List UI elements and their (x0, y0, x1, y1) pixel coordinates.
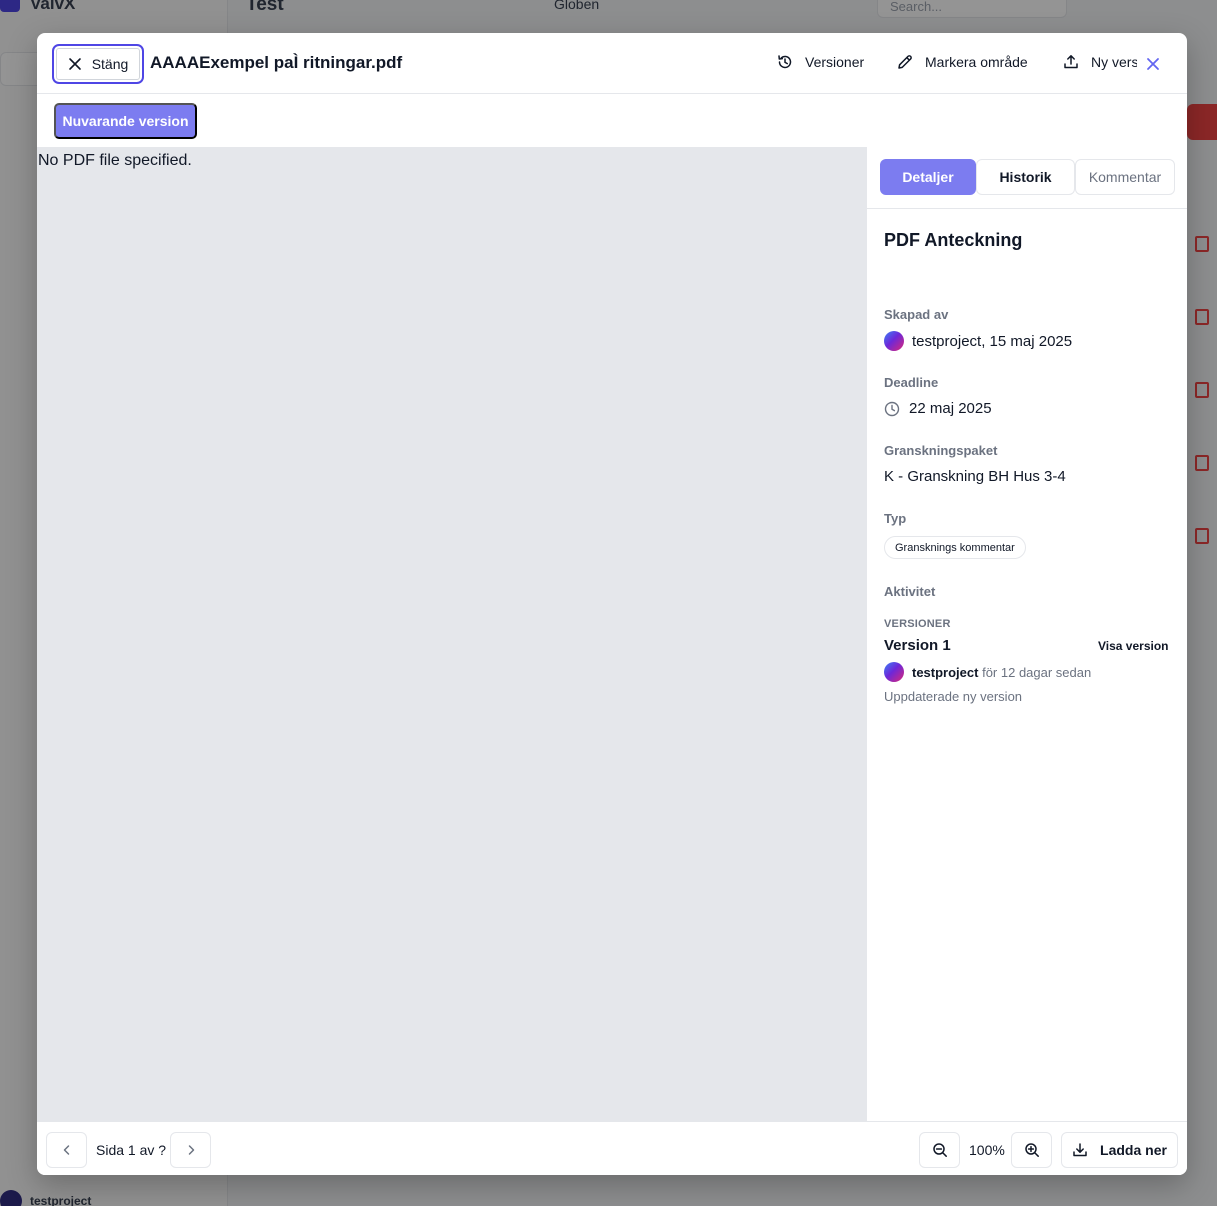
page-indicator: Sida 1 av ? (96, 1142, 167, 1158)
version-author: testproject för 12 dagar sedan (884, 662, 1091, 682)
deadline-label: Deadline (884, 375, 939, 390)
next-page-button[interactable] (170, 1132, 211, 1168)
upload-icon (1063, 54, 1079, 70)
chevron-right-icon (184, 1143, 198, 1157)
new-version-button[interactable]: Ny version (1061, 51, 1137, 77)
avatar (884, 331, 904, 351)
details-title: PDF Anteckning (884, 230, 1023, 250)
close-button-label: Stäng (91, 56, 129, 72)
package-label: Granskningspaket (884, 443, 998, 458)
close-icon (68, 57, 82, 71)
versions-label: Versioner (805, 54, 865, 70)
new-version-label: Ny version (1091, 54, 1137, 70)
clock-icon (884, 401, 900, 417)
details-panel: Detaljer Historik Kommentar PDF Anteckni… (866, 147, 1187, 1121)
pdf-modal: Stäng AAAAExempel paÌ ritningar.pdf Vers… (37, 33, 1187, 1175)
type-badge: Gransknings kommentar (884, 536, 1026, 559)
created-by-text: testproject, 15 maj 2025 (912, 332, 1073, 350)
download-label: Ladda ner (1100, 1142, 1167, 1158)
chevron-left-icon (60, 1143, 74, 1157)
mark-area-label: Markera område (925, 54, 1028, 70)
mark-area-button[interactable]: Markera område (897, 54, 1028, 70)
tab-history[interactable]: Historik (976, 159, 1075, 195)
modal-header: Stäng AAAAExempel paÌ ritningar.pdf Vers… (37, 33, 1187, 94)
pdf-viewer[interactable]: No PDF file specified. (37, 147, 866, 1121)
avatar (884, 662, 904, 682)
version-user: testproject (912, 664, 979, 680)
viewer-message: No PDF file specified. (38, 152, 192, 169)
close-modal-icon[interactable] (1144, 55, 1162, 73)
type-label: Typ (884, 511, 907, 526)
zoom-in-icon (1024, 1142, 1040, 1158)
details-tabs: Detaljer Historik Kommentar (867, 147, 1187, 209)
versions-heading: VERSIONER (884, 618, 951, 630)
version-time: för 12 dagar sedan (982, 664, 1092, 680)
show-version-link[interactable]: Visa version (1098, 639, 1169, 653)
tab-details[interactable]: Detaljer (880, 159, 976, 195)
created-by-label: Skapad av (884, 307, 949, 322)
activity-label: Aktivitet (884, 584, 936, 599)
version-bar: Nuvarande version (37, 94, 1187, 147)
viewer-footer: Sida 1 av ? 100% Ladda ner (37, 1121, 1187, 1175)
version-note: Uppdaterade ny version (884, 689, 1023, 704)
file-title: AAAAExempel paÌ ritningar.pdf (150, 53, 403, 72)
zoom-out-button[interactable] (919, 1132, 960, 1168)
zoom-in-button[interactable] (1011, 1132, 1052, 1168)
history-icon (777, 54, 793, 70)
pencil-icon (897, 54, 913, 70)
tab-comment[interactable]: Kommentar (1075, 159, 1175, 195)
deadline-value: 22 maj 2025 (884, 400, 992, 417)
download-icon (1072, 1142, 1088, 1158)
package-value: K - Granskning BH Hus 3-4 (884, 468, 1066, 485)
versions-button[interactable]: Versioner (777, 54, 864, 70)
created-by-value: testproject, 15 maj 2025 (884, 331, 1072, 351)
close-button[interactable]: Stäng (52, 44, 144, 84)
deadline-text: 22 maj 2025 (909, 400, 992, 417)
download-button[interactable]: Ladda ner (1061, 1132, 1178, 1168)
previous-page-button[interactable] (46, 1132, 87, 1168)
current-version-button[interactable]: Nuvarande version (54, 103, 197, 139)
zoom-level: 100% (969, 1142, 1005, 1158)
zoom-out-icon (932, 1142, 948, 1158)
version-name: Version 1 (884, 637, 951, 654)
